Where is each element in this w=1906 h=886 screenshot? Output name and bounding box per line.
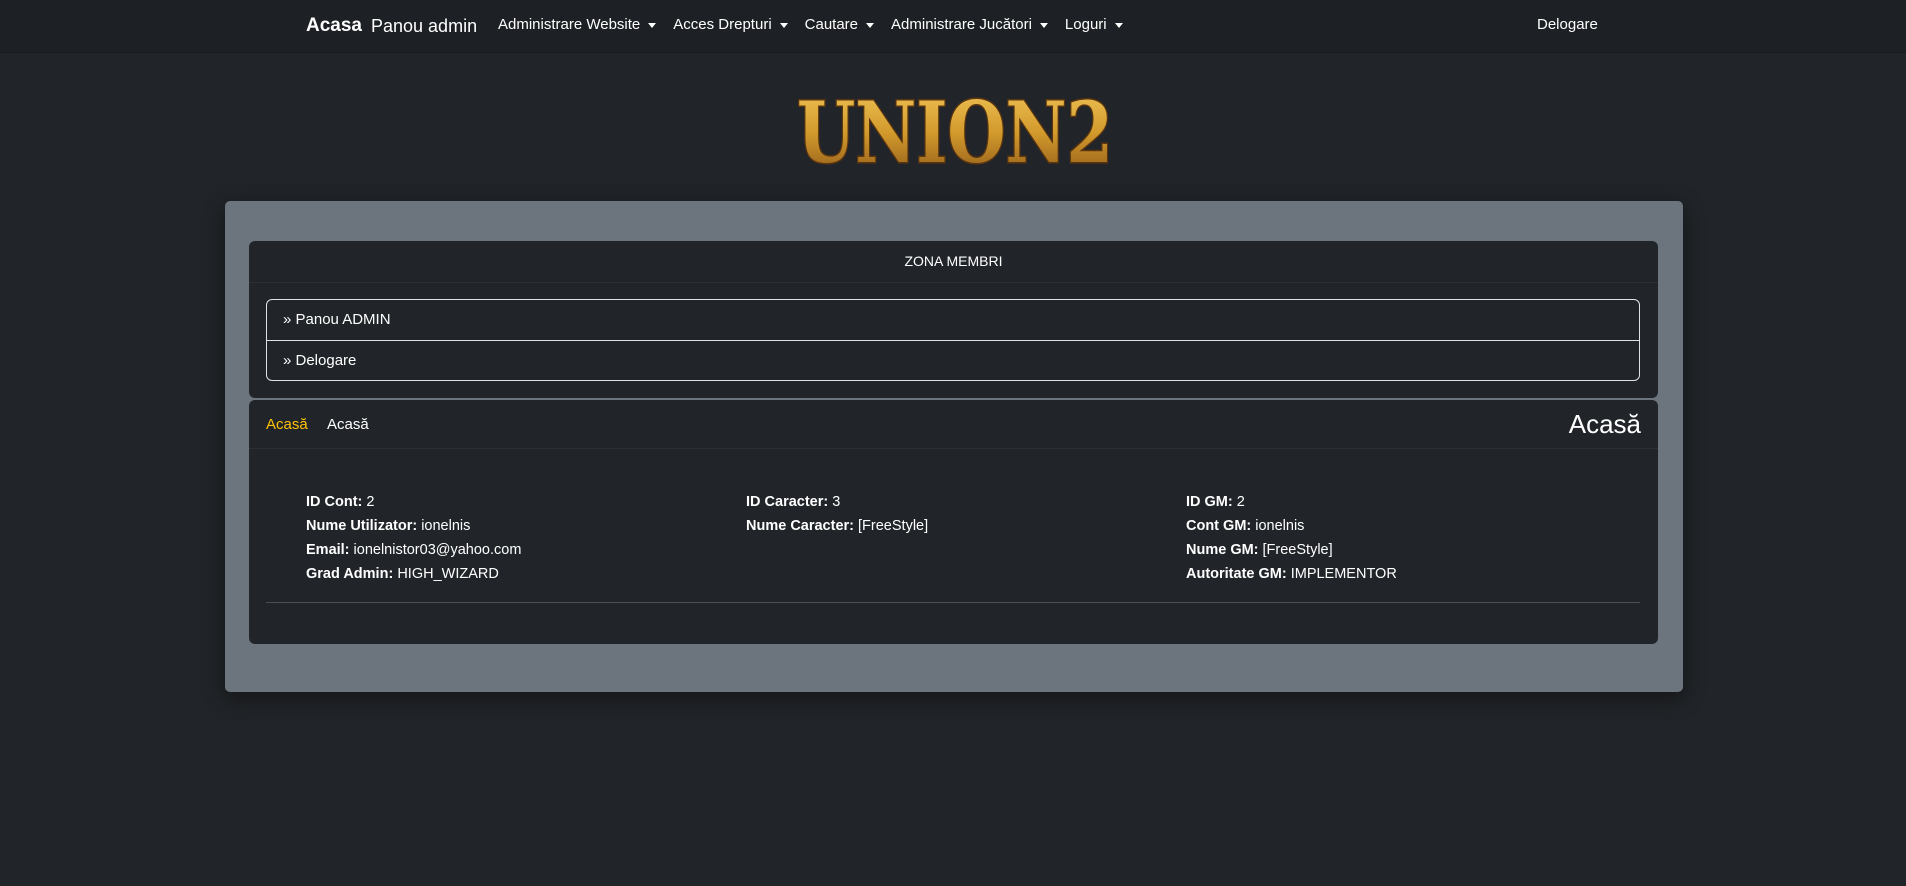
home-card: Acasă Acasă Acasă ID Cont: 2 Nume Utiliz… xyxy=(249,400,1658,644)
email-row: Email: ionelnistor03@yahoo.com xyxy=(306,542,522,558)
caret-down-icon xyxy=(648,22,657,28)
nav-dropdown-search[interactable]: Cautare xyxy=(804,15,875,35)
caret-down-icon xyxy=(1114,22,1123,28)
page-title: Acasă xyxy=(1568,409,1641,439)
character-name-row: Nume Caracter: [FreeStyle] xyxy=(746,518,929,534)
gm-account-row: Cont GM: ionelnis xyxy=(1186,518,1305,534)
username-row: Nume Utilizator: ionelnis xyxy=(306,518,471,534)
breadcrumb-home-active[interactable]: Acasă xyxy=(266,415,308,435)
logo-text: UNION2 xyxy=(797,83,1113,182)
character-info-column: ID Caracter: 3 Nume Caracter: [FreeStyle… xyxy=(746,490,928,538)
divider xyxy=(266,602,1640,603)
logout-link[interactable]: Delogare xyxy=(1537,15,1598,35)
admin-panel-link[interactable]: Panou admin xyxy=(371,14,477,38)
brand-home-link[interactable]: Acasa xyxy=(306,14,362,38)
members-menu: » Panou ADMIN » Delogare xyxy=(266,299,1640,381)
gm-authority-row: Autoritate GM: IMPLEMENTOR xyxy=(1186,566,1397,582)
caret-down-icon xyxy=(779,22,788,28)
nav-dropdown-label: Acces Drepturi xyxy=(673,16,772,33)
nav-dropdown-label: Loguri xyxy=(1064,16,1107,33)
home-card-header: Acasă Acasă Acasă xyxy=(249,400,1658,449)
nav-dropdown-label: Cautare xyxy=(804,16,859,33)
nav-dropdown-access-rights[interactable]: Acces Drepturi xyxy=(673,15,788,35)
members-card: ZONA MEMBRI » Panou ADMIN » Delogare xyxy=(249,241,1658,398)
account-id-row: ID Cont: 2 xyxy=(306,494,375,510)
nav-dropdown-player-admin[interactable]: Administrare Jucători xyxy=(891,15,1048,35)
gm-info-column: ID GM: 2 Cont GM: ionelnis Nume GM: [Fre… xyxy=(1186,490,1397,586)
breadcrumb-home: Acasă xyxy=(327,416,369,433)
nav-menu: Administrare Website Acces Drepturi Caut… xyxy=(498,15,1140,35)
menu-item-admin-panel[interactable]: » Panou ADMIN xyxy=(267,300,1639,340)
caret-down-icon xyxy=(1039,22,1048,28)
caret-down-icon xyxy=(866,22,875,28)
nav-dropdown-label: Administrare Website xyxy=(498,16,641,33)
nav-dropdown-label: Administrare Jucători xyxy=(891,16,1032,33)
nav-dropdown-website-admin[interactable]: Administrare Website xyxy=(498,15,657,35)
top-navbar: Acasa Panou admin Administrare Website A… xyxy=(0,0,1906,53)
nav-dropdown-logs[interactable]: Loguri xyxy=(1065,15,1123,35)
account-info-column: ID Cont: 2 Nume Utilizator: ionelnis Ema… xyxy=(306,490,521,586)
members-card-header: ZONA MEMBRI xyxy=(249,241,1658,283)
union2-logo: UNION2 xyxy=(796,82,1115,184)
character-id-row: ID Caracter: 3 xyxy=(746,494,841,510)
gm-name-row: Nume GM: [FreeStyle] xyxy=(1186,542,1333,558)
gm-id-row: ID GM: 2 xyxy=(1186,494,1245,510)
menu-item-logout[interactable]: » Delogare xyxy=(267,340,1639,381)
admin-grade-row: Grad Admin: HIGH_WIZARD xyxy=(306,566,499,582)
